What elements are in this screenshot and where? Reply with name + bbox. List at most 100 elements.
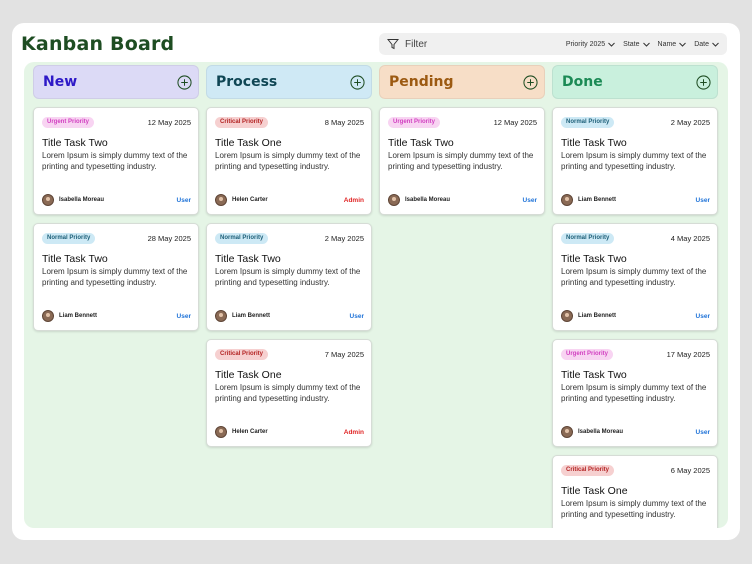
priority-badge: Normal Priority xyxy=(561,233,615,244)
card-description: Lorem Ipsum is simply dummy text of the … xyxy=(561,151,707,171)
card-date: 28 May 2025 xyxy=(147,234,191,243)
priority-badge: Critical Priority xyxy=(561,465,615,476)
add-task-icon[interactable] xyxy=(523,74,538,90)
card-date: 12 May 2025 xyxy=(493,118,537,127)
avatar xyxy=(215,194,227,206)
filter-label: Filter xyxy=(405,38,428,50)
card-footer: Liam Bennett User xyxy=(42,310,191,322)
card-description: Lorem Ipsum is simply dummy text of the … xyxy=(215,151,361,171)
filter-priority-dropdown[interactable]: Priority 2025 xyxy=(565,40,616,48)
avatar xyxy=(561,310,573,322)
filter-option-label: State xyxy=(623,40,640,48)
card-title: Title Task Two xyxy=(42,137,108,149)
chevron-down-icon xyxy=(712,42,719,47)
role-label: Admin xyxy=(343,196,364,204)
priority-badge: Urgent Priority xyxy=(388,117,441,128)
card-date: 2 May 2025 xyxy=(324,234,364,243)
role-label: User xyxy=(349,312,364,320)
avatar xyxy=(42,310,54,322)
card-description: Lorem Ipsum is simply dummy text of the … xyxy=(388,151,534,171)
card-footer: Helen Carter Admin xyxy=(215,194,364,206)
avatar xyxy=(215,426,227,438)
card-date: 8 May 2025 xyxy=(324,118,364,127)
card-title: Title Task Two xyxy=(561,369,627,381)
role-label: User xyxy=(176,312,191,320)
filter-icon xyxy=(387,38,399,50)
role-label: User xyxy=(695,312,710,320)
avatar xyxy=(388,194,400,206)
card-description: Lorem Ipsum is simply dummy text of the … xyxy=(561,499,707,519)
role-label: User xyxy=(176,196,191,204)
card-title: Title Task Two xyxy=(215,253,281,265)
card-description: Lorem Ipsum is simply dummy text of the … xyxy=(561,267,707,287)
add-task-icon[interactable] xyxy=(350,74,365,90)
add-task-icon[interactable] xyxy=(696,74,711,90)
priority-badge: Normal Priority xyxy=(215,233,269,244)
assignee-name: Liam Bennett xyxy=(232,313,271,319)
card-date: 4 May 2025 xyxy=(670,234,710,243)
column-header-new: New xyxy=(33,65,199,99)
column-new: New Urgent Priority 12 May 2025 Title Task … xyxy=(33,65,199,331)
task-card[interactable]: Urgent Priority 12 May 2025 Title Task Two… xyxy=(33,107,199,215)
column-title: Done xyxy=(562,74,603,90)
assignee-name: Liam Bennett xyxy=(578,313,617,319)
card-footer: Liam Bennett User xyxy=(561,194,710,206)
kanban-board: New Urgent Priority 12 May 2025 Title Task … xyxy=(24,62,728,528)
page-title: Kanban Board xyxy=(21,33,175,55)
column-header-pending: Pending xyxy=(379,65,545,99)
chevron-down-icon xyxy=(679,42,687,47)
card-title: Title Task One xyxy=(561,485,628,497)
filter-option-label: Name xyxy=(657,40,677,48)
card-footer: Liam Bennett User xyxy=(561,310,710,322)
task-card[interactable]: Normal Priority 2 May 2025 Title Task Two L… xyxy=(552,107,718,215)
chevron-down-icon xyxy=(642,42,650,47)
avatar xyxy=(215,310,227,322)
kanban-app: Kanban Board Filter Priority 2025 State … xyxy=(12,23,740,540)
priority-badge: Critical Priority xyxy=(215,349,269,360)
card-date: 2 May 2025 xyxy=(670,118,710,127)
card-date: 7 May 2025 xyxy=(324,350,364,359)
card-description: Lorem Ipsum is simply dummy text of the … xyxy=(42,151,188,171)
column-header-done: Done xyxy=(552,65,718,99)
task-card[interactable]: Urgent Priority 17 May 2025 Title Task Two… xyxy=(552,339,718,447)
add-task-icon[interactable] xyxy=(177,74,192,90)
card-footer: Liam Bennett User xyxy=(215,310,364,322)
role-label: User xyxy=(695,196,710,204)
task-card[interactable]: Critical Priority 6 May 2025 Title Task On… xyxy=(552,455,718,528)
assignee-name: Helen Carter xyxy=(232,197,268,203)
task-card[interactable]: Normal Priority 2 May 2025 Title Task Two L… xyxy=(206,223,372,331)
priority-badge: Urgent Priority xyxy=(42,117,95,128)
card-title: Title Task One xyxy=(215,137,282,149)
task-card[interactable]: Critical Priority 7 May 2025 Title Task On… xyxy=(206,339,372,447)
role-label: User xyxy=(522,196,537,204)
card-description: Lorem Ipsum is simply dummy text of the … xyxy=(215,383,361,403)
card-title: Title Task Two xyxy=(388,137,454,149)
task-card[interactable]: Normal Priority 28 May 2025 Title Task Two… xyxy=(33,223,199,331)
card-description: Lorem Ipsum is simply dummy text of the … xyxy=(42,267,188,287)
priority-badge: Normal Priority xyxy=(561,117,615,128)
avatar xyxy=(42,194,54,206)
task-card[interactable]: Urgent Priority 12 May 2025 Title Task Two… xyxy=(379,107,545,215)
task-card[interactable]: Critical Priority 8 May 2025 Title Task On… xyxy=(206,107,372,215)
card-footer: Isabella Moreau User xyxy=(561,426,710,438)
column-title: New xyxy=(43,74,78,90)
assignee-name: Helen Carter xyxy=(232,429,268,435)
filter-name-dropdown[interactable]: Name xyxy=(658,41,687,48)
card-footer: Helen Carter Admin xyxy=(215,426,364,438)
role-label: Admin xyxy=(343,428,364,436)
filter-state-dropdown[interactable]: State xyxy=(623,40,650,48)
filter-option-label: Priority 2025 xyxy=(565,40,606,48)
card-footer: Isabella Moreau User xyxy=(388,194,537,206)
assignee-name: Liam Bennett xyxy=(59,313,98,319)
filter-option-label: Date xyxy=(694,40,709,48)
card-footer: Isabella Moreau User xyxy=(42,194,191,206)
avatar xyxy=(561,426,573,438)
card-title: Title Task One xyxy=(215,369,282,381)
filter-bar[interactable]: Filter Priority 2025 State Name Date xyxy=(379,33,727,55)
task-card[interactable]: Normal Priority 4 May 2025 Title Task Two L… xyxy=(552,223,718,331)
card-title: Title Task Two xyxy=(561,253,627,265)
column-process: Process Critical Priority 8 May 2025 Title … xyxy=(206,65,372,447)
filter-date-dropdown[interactable]: Date xyxy=(694,41,719,48)
priority-badge: Normal Priority xyxy=(42,233,96,244)
card-date: 12 May 2025 xyxy=(147,118,191,127)
